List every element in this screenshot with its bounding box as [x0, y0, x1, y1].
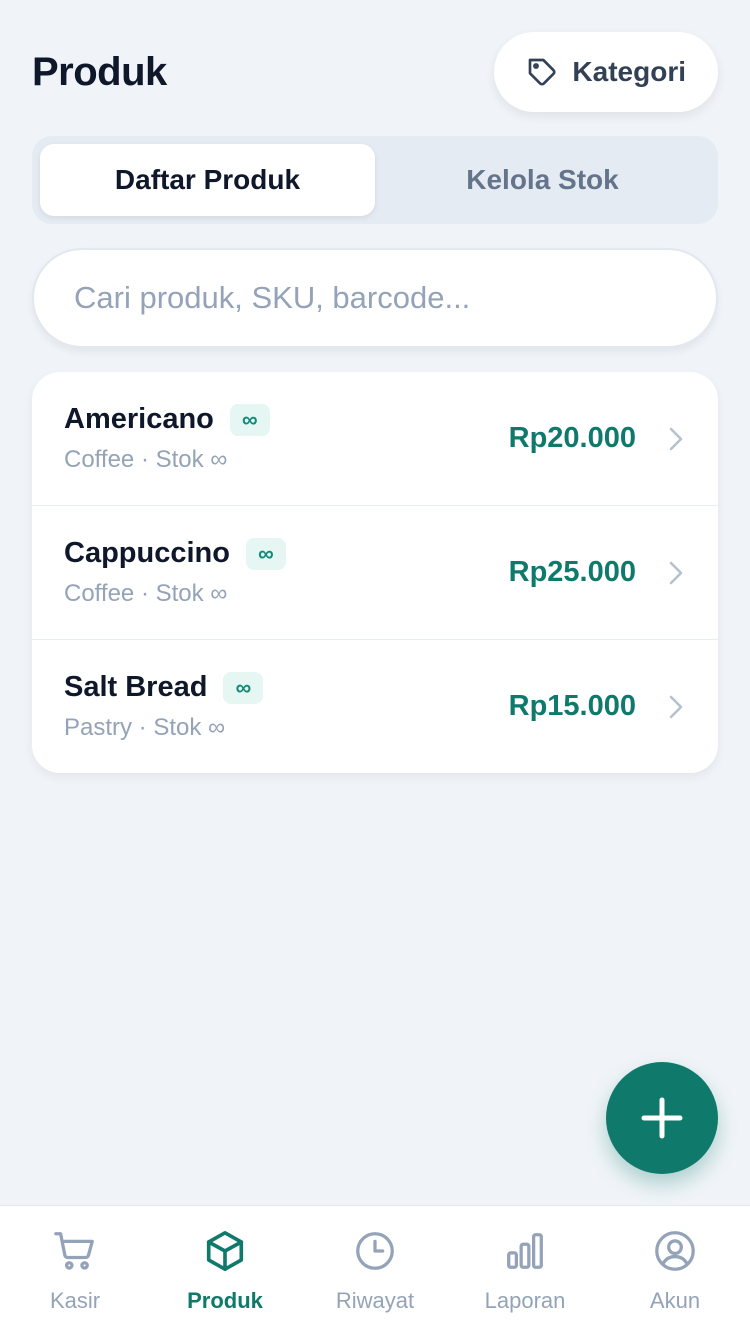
plus-icon [640, 1096, 684, 1140]
add-product-button[interactable] [606, 1062, 718, 1174]
kategori-button[interactable]: Kategori [494, 32, 718, 112]
tab-laporan[interactable]: Laporan [450, 1206, 600, 1334]
kategori-label: Kategori [572, 56, 686, 87]
product-info: Americano ∞ Coffee · Stok ∞ [64, 403, 509, 474]
tab-kasir[interactable]: Kasir [0, 1206, 150, 1334]
product-name: Americano [64, 403, 214, 435]
clock-icon [352, 1228, 398, 1274]
product-info: Cappuccino ∞ Coffee · Stok ∞ [64, 537, 509, 608]
tab-daftar-produk[interactable]: Daftar Produk [40, 144, 375, 216]
search-input[interactable] [74, 280, 676, 316]
tab-riwayat[interactable]: Riwayat [300, 1206, 450, 1334]
stock-badge: ∞ [229, 403, 270, 436]
search-bar [32, 248, 718, 348]
stock-badge: ∞ [245, 537, 286, 570]
tab-label: Akun [649, 1288, 701, 1313]
product-price: Rp25.000 [508, 556, 636, 588]
product-name: Salt Bread [64, 671, 208, 703]
cart-icon [52, 1228, 98, 1274]
tag-icon [526, 56, 558, 88]
segmented-control: Daftar Produk Kelola Stok [32, 136, 718, 224]
product-row-americano[interactable]: Americano ∞ Coffee · Stok ∞ Rp20.000 [32, 372, 718, 505]
tab-label: Riwayat [335, 1288, 415, 1313]
product-name: Cappuccino [64, 537, 230, 569]
product-price: Rp15.000 [508, 690, 636, 722]
product-price: Rp20.000 [508, 422, 636, 454]
tab-kelola-stok[interactable]: Kelola Stok [375, 144, 710, 216]
page-title: Produk [32, 49, 167, 94]
product-subtitle: Pastry · Stok ∞ [64, 714, 226, 741]
product-row-cappuccino[interactable]: Cappuccino ∞ Coffee · Stok ∞ Rp25.000 [32, 505, 718, 639]
user-circle-icon [652, 1228, 698, 1274]
chevron-right-icon [666, 558, 686, 588]
header: Produk Kategori [32, 32, 718, 112]
product-row-salt-bread[interactable]: Salt Bread ∞ Pastry · Stok ∞ Rp15.000 [32, 639, 718, 773]
tab-akun[interactable]: Akun [600, 1206, 750, 1334]
tab-label: Produk [187, 1288, 263, 1313]
bar-chart-icon [502, 1228, 548, 1274]
product-subtitle: Coffee · Stok ∞ [64, 580, 228, 607]
tab-label: Kasir [49, 1288, 101, 1313]
product-subtitle: Coffee · Stok ∞ [64, 446, 228, 473]
product-info: Salt Bread ∞ Pastry · Stok ∞ [64, 671, 509, 742]
chevron-right-icon [666, 424, 686, 454]
box-icon [202, 1228, 248, 1274]
chevron-right-icon [666, 692, 686, 722]
tab-produk[interactable]: Produk [150, 1206, 300, 1334]
tab-label: Laporan [484, 1288, 566, 1313]
bottom-tab-bar: Kasir Produk Riwayat Laporan Akun [0, 1205, 750, 1334]
product-list: Americano ∞ Coffee · Stok ∞ Rp20.000 Cap… [32, 372, 718, 773]
stock-badge: ∞ [223, 671, 264, 704]
